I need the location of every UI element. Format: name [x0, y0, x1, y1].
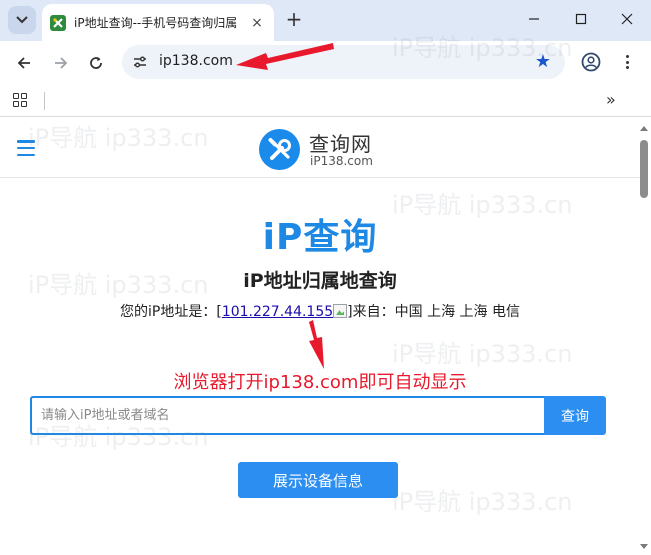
tab-title: iP地址查询--手机号码查询归属	[74, 16, 238, 30]
page-subtitle: iP地址归属地查询	[243, 270, 397, 292]
search-input[interactable]	[30, 396, 546, 435]
favicon	[50, 14, 66, 31]
apps-icon[interactable]	[13, 93, 27, 107]
new-tab-button[interactable]: +	[283, 7, 305, 31]
search-button[interactable]: 查询	[544, 396, 606, 435]
menu-icon[interactable]	[620, 53, 634, 71]
back-arrow-icon	[17, 57, 30, 69]
scrollbar[interactable]	[639, 120, 649, 553]
tab-close-icon[interactable]: ×	[248, 14, 266, 32]
site-info-icon[interactable]	[132, 54, 148, 70]
maximize-button[interactable]	[571, 9, 591, 29]
url-text[interactable]: ip138.com	[159, 53, 233, 69]
ip-info-line: 您的iP地址是：[101.227.44.155 ]来自：中国 上海 上海 电信	[100, 301, 540, 321]
reload-icon	[90, 57, 102, 69]
logo-tools-icon	[259, 129, 300, 170]
hamburger-icon[interactable]	[17, 140, 35, 156]
tab-search-button[interactable]	[8, 6, 36, 34]
star-icon[interactable]: ★	[535, 51, 551, 73]
broken-image-icon	[333, 304, 348, 318]
ip-prefix: 您的iP地址是：[	[120, 304, 222, 320]
back-button[interactable]	[12, 51, 36, 75]
reload-button[interactable]	[84, 51, 108, 75]
tab-strip: iP地址查询--手机号码查询归属 × +	[0, 0, 651, 41]
active-tab[interactable]: iP地址查询--手机号码查询归属 ×	[42, 4, 274, 41]
scroll-up-arrow[interactable]	[640, 126, 648, 131]
minimize-button[interactable]	[524, 9, 544, 29]
logo-domain: iP138.com	[310, 154, 373, 168]
profile-icon[interactable]	[580, 51, 602, 73]
bookmarks-bar: »	[0, 85, 651, 117]
site-logo[interactable]: 查询网 iP138.com	[259, 127, 384, 171]
page-viewport: 查询网 iP138.com iP查询 iP地址归属地查询 您的iP地址是：[10…	[0, 118, 651, 555]
ip-address-link[interactable]: 101.227.44.155	[222, 304, 333, 320]
more-bookmarks-button[interactable]: »	[606, 90, 616, 109]
address-bar[interactable]: ip138.com ★	[122, 45, 565, 79]
brand-title: iP查询	[262, 217, 378, 258]
ip-location: ]来自：中国 上海 上海 电信	[347, 304, 520, 320]
logo-name: 查询网	[309, 132, 372, 156]
chevron-down-icon	[16, 16, 28, 24]
browser-toolbar: ip138.com ★	[0, 41, 651, 85]
annotation-caption: 浏览器打开ip138.com即可自动显示	[173, 372, 467, 393]
forward-button[interactable]	[49, 51, 73, 75]
bookmarks-divider	[44, 92, 45, 110]
scroll-down-arrow[interactable]	[640, 544, 648, 549]
close-window-button[interactable]	[617, 9, 637, 29]
site-header: 查询网 iP138.com	[0, 118, 640, 178]
forward-arrow-icon	[55, 57, 68, 69]
scrollbar-thumb[interactable]	[640, 140, 648, 198]
search-form: 查询	[30, 396, 606, 435]
show-device-info-button[interactable]: 展示设备信息	[238, 462, 398, 498]
